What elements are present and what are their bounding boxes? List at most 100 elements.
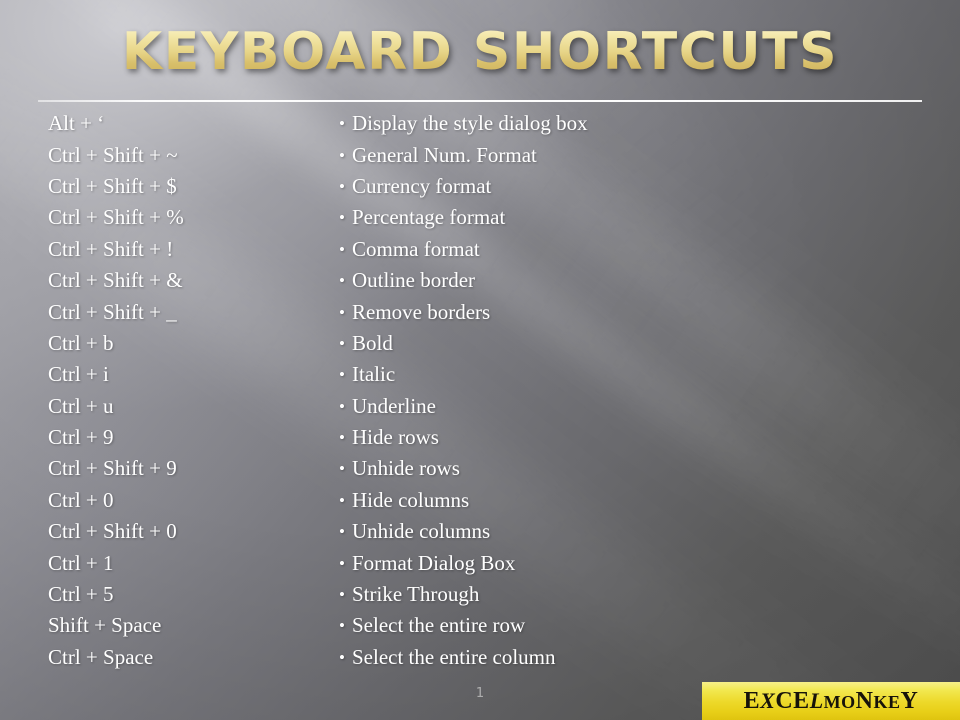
shortcut-action-label: Select the entire row (352, 613, 526, 638)
shortcut-keys-label: Ctrl + 1 (48, 550, 114, 575)
shortcut-keys-row: Ctrl + 0 (48, 485, 330, 516)
shortcut-keys-label: Ctrl + u (48, 393, 114, 418)
shortcut-keys-row: Ctrl + i (48, 359, 330, 390)
shortcut-action-row: • Strike Through (339, 579, 890, 610)
shortcut-action-row: • Bold (339, 328, 890, 359)
excelmonkey-logo-text: EXCELMONKEY (744, 689, 919, 713)
shortcut-keys-row: Ctrl + 9 (48, 422, 330, 453)
shortcut-keys-label: Ctrl + Shift + ~ (48, 142, 178, 167)
shortcut-keys-label: Ctrl + i (48, 362, 109, 387)
logo-letter-group: L (809, 688, 824, 713)
shortcut-keys-row: Ctrl + u (48, 391, 330, 422)
shortcut-keys-label: Alt + ‘ (48, 111, 105, 136)
shortcut-keys-row: Ctrl + Shift + 9 (48, 453, 330, 484)
bullet-icon: • (339, 585, 345, 605)
shortcut-action-row: • General Num. Format (339, 139, 890, 170)
shortcut-action-row: • Unhide rows (339, 453, 890, 484)
shortcut-action-label: Hide rows (352, 425, 439, 450)
shortcut-keys-row: Ctrl + Space (48, 642, 330, 673)
shortcut-action-row: • Outline border (339, 265, 890, 296)
shortcut-action-row: • Italic (339, 359, 890, 390)
logo-letter-group: N (855, 688, 874, 714)
bullet-icon: • (339, 145, 345, 165)
shortcut-action-label: General Num. Format (352, 142, 537, 167)
shortcut-keys-label: Ctrl + Shift + 9 (48, 456, 177, 481)
bullet-icon: • (339, 522, 345, 542)
shortcut-keys-row: Ctrl + b (48, 328, 330, 359)
shortcut-keys-label: Shift + Space (48, 613, 162, 638)
logo-letter-group: E (743, 688, 761, 714)
page-title: KEYBOARD SHORTCUTS (0, 26, 960, 78)
shortcut-action-label: Strike Through (352, 582, 480, 607)
shortcut-action-row: • Select the entire row (339, 610, 890, 641)
shortcut-keys-label: Ctrl + 0 (48, 487, 114, 512)
title-divider (38, 100, 922, 102)
logo-letter-group: KE (873, 692, 901, 712)
shortcut-keys-label: Ctrl + 5 (48, 582, 114, 607)
logo-letter-group: MO (823, 692, 856, 712)
shortcut-action-row: • Format Dialog Box (339, 547, 890, 578)
shortcut-keys-row: Ctrl + 1 (48, 547, 330, 578)
bullet-icon: • (339, 428, 345, 448)
bullet-icon: • (339, 239, 345, 259)
bullet-icon: • (339, 490, 345, 510)
shortcut-action-row: • Comma format (339, 234, 890, 265)
bullet-icon: • (339, 616, 345, 636)
shortcut-action-label: Underline (352, 393, 436, 418)
shortcut-keys-row: Ctrl + Shift + ! (48, 234, 330, 265)
shortcut-action-row: • Hide columns (339, 485, 890, 516)
shortcut-keys-row: Ctrl + Shift + % (48, 202, 330, 233)
bullet-icon: • (339, 396, 345, 416)
shortcut-action-label: Select the entire column (352, 644, 556, 669)
shortcut-action-row: • Currency format (339, 171, 890, 202)
shortcut-action-label: Bold (352, 330, 393, 355)
bullet-icon: • (339, 114, 345, 134)
slide: KEYBOARD SHORTCUTS Alt + ‘ Ctrl + Shift +… (0, 0, 960, 720)
bullet-icon: • (339, 365, 345, 385)
shortcut-action-row: • Underline (339, 391, 890, 422)
shortcut-keys-label: Ctrl + Shift + $ (48, 173, 177, 198)
shortcut-action-row: • Unhide columns (339, 516, 890, 547)
shortcut-action-label: Unhide rows (352, 456, 460, 481)
shortcuts-table: Alt + ‘ Ctrl + Shift + ~ Ctrl + Shift + $ C… (0, 108, 960, 673)
shortcut-keys-label: Ctrl + Shift + _ (48, 299, 177, 324)
logo-letter-group: CE (775, 688, 810, 714)
logo-letter-group: X (760, 688, 776, 713)
shortcut-keys-row: Ctrl + Shift + ~ (48, 139, 330, 170)
shortcut-action-label: Comma format (352, 236, 480, 261)
bullet-icon: • (339, 647, 345, 667)
shortcut-keys-label: Ctrl + Shift + ! (48, 236, 174, 261)
shortcut-action-row: • Hide rows (339, 422, 890, 453)
shortcut-keys-label: Ctrl + Space (48, 644, 154, 669)
bullet-icon: • (339, 271, 345, 291)
shortcut-keys-row: Shift + Space (48, 610, 330, 641)
shortcut-actions-column: • Display the style dialog box • General Nu… (330, 108, 890, 673)
shortcut-keys-label: Ctrl + Shift + & (48, 268, 183, 293)
bullet-icon: • (339, 459, 345, 479)
bullet-icon: • (339, 208, 345, 228)
shortcut-action-row: • Percentage format (339, 202, 890, 233)
shortcut-action-label: Outline border (352, 268, 476, 293)
shortcut-keys-column: Alt + ‘ Ctrl + Shift + ~ Ctrl + Shift + $ C… (0, 108, 330, 673)
shortcut-action-label: Italic (352, 362, 396, 387)
bullet-icon: • (339, 302, 345, 322)
shortcut-keys-row: Ctrl + Shift + & (48, 265, 330, 296)
shortcut-action-row: • Remove borders (339, 296, 890, 327)
shortcut-keys-label: Ctrl + 9 (48, 425, 114, 450)
shortcut-keys-label: Ctrl + b (48, 330, 114, 355)
shortcut-action-row: • Select the entire column (339, 642, 890, 673)
excelmonkey-logo[interactable]: EXCELMONKEY (702, 682, 960, 720)
shortcut-keys-row: Alt + ‘ (48, 108, 330, 139)
shortcut-keys-row: Ctrl + Shift + $ (48, 171, 330, 202)
bullet-icon: • (339, 176, 345, 196)
bullet-icon: • (339, 333, 345, 353)
bullet-icon: • (339, 553, 345, 573)
shortcut-action-label: Percentage format (352, 205, 506, 230)
shortcut-action-label: Remove borders (352, 299, 491, 324)
shortcut-keys-label: Ctrl + Shift + % (48, 205, 184, 230)
shortcut-action-label: Unhide columns (352, 519, 491, 544)
shortcut-action-label: Format Dialog Box (352, 550, 516, 575)
shortcut-action-label: Hide columns (352, 487, 470, 512)
shortcut-action-label: Display the style dialog box (352, 111, 588, 136)
shortcut-keys-row: Ctrl + Shift + 0 (48, 516, 330, 547)
